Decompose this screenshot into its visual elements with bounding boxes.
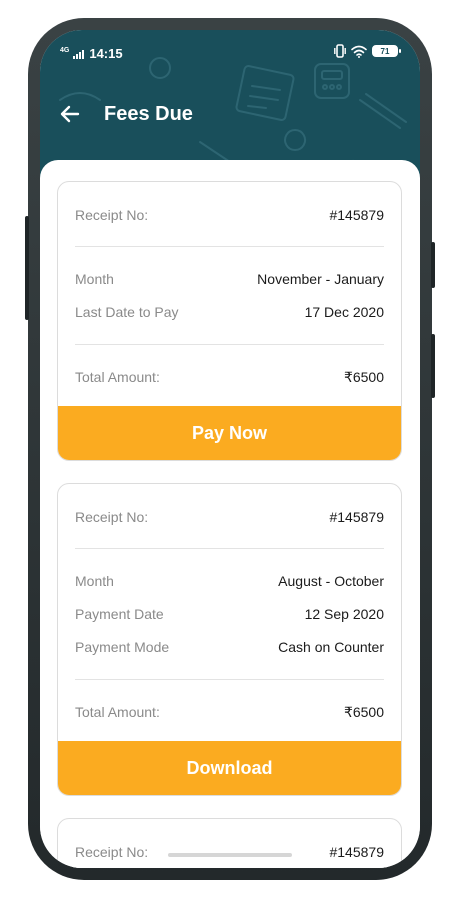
- receipt-row: Receipt No: #145879: [75, 507, 384, 527]
- battery-level: 71: [380, 46, 390, 56]
- month-row: Month August - October: [75, 571, 384, 591]
- divider: [75, 344, 384, 345]
- month-value: November - January: [257, 271, 384, 287]
- total-amount: ₹6500: [343, 368, 384, 385]
- signal-strength-icon: [73, 49, 85, 59]
- vibrate-icon: [334, 44, 346, 58]
- receipt-row: Receipt No: #145879: [75, 842, 384, 862]
- last-date-value: 17 Dec 2020: [304, 304, 384, 320]
- payment-date-label: Payment Date: [75, 606, 164, 622]
- fee-card: Receipt No: #145879 Month November - Jan…: [57, 181, 402, 461]
- month-label: Month: [75, 573, 114, 589]
- total-label: Total Amount:: [75, 369, 160, 385]
- payment-mode-label: Payment Mode: [75, 639, 170, 655]
- divider: [75, 548, 384, 549]
- month-value: August - October: [278, 573, 384, 589]
- status-time: 14:15: [89, 46, 123, 61]
- download-button[interactable]: Download: [58, 741, 401, 795]
- pay-now-button[interactable]: Pay Now: [58, 406, 401, 460]
- last-date-label: Last Date to Pay: [75, 304, 179, 320]
- payment-mode-value: Cash on Counter: [278, 639, 384, 655]
- fee-list[interactable]: Receipt No: #145879 Month November - Jan…: [40, 160, 420, 868]
- fee-card: Receipt No: #145879 Month August - Octob…: [57, 483, 402, 796]
- phone-side-button: [431, 242, 435, 288]
- status-bar-icons: 71: [334, 44, 401, 58]
- receipt-row: Receipt No: #145879: [75, 205, 384, 225]
- total-label: Total Amount:: [75, 704, 160, 720]
- receipt-number: #145879: [329, 509, 384, 525]
- receipt-label: Receipt No:: [75, 844, 149, 860]
- status-bar-time-group: 4G 14:15: [60, 46, 123, 61]
- receipt-label: Receipt No:: [75, 509, 149, 525]
- network-type-label: 4G: [60, 47, 70, 54]
- last-date-row: Last Date to Pay 17 Dec 2020: [75, 302, 384, 322]
- divider: [75, 246, 384, 247]
- battery-icon: 71: [372, 45, 401, 57]
- wifi-icon: [351, 45, 367, 58]
- fee-card: Receipt No: #145879: [57, 818, 402, 868]
- total-amount: ₹6500: [343, 703, 384, 720]
- month-label: Month: [75, 271, 114, 287]
- arrow-left-icon: [60, 105, 80, 123]
- back-button[interactable]: [58, 102, 82, 126]
- payment-date-row: Payment Date 12 Sep 2020: [75, 604, 384, 624]
- month-row: Month November - January: [75, 269, 384, 289]
- receipt-number: #145879: [329, 844, 384, 860]
- phone-side-button: [431, 334, 435, 398]
- total-row: Total Amount: ₹6500: [75, 367, 384, 387]
- home-indicator[interactable]: [168, 853, 292, 857]
- phone-side-button: [25, 216, 29, 320]
- payment-mode-row: Payment Mode Cash on Counter: [75, 637, 384, 657]
- receipt-number: #145879: [329, 207, 384, 223]
- page-title: Fees Due: [104, 103, 193, 125]
- payment-date-value: 12 Sep 2020: [304, 606, 384, 622]
- app-screen: 4G 14:15 71 Fees Due Receipt No: #145879…: [40, 30, 420, 868]
- receipt-label: Receipt No:: [75, 207, 149, 223]
- divider: [75, 679, 384, 680]
- total-row: Total Amount: ₹6500: [75, 702, 384, 722]
